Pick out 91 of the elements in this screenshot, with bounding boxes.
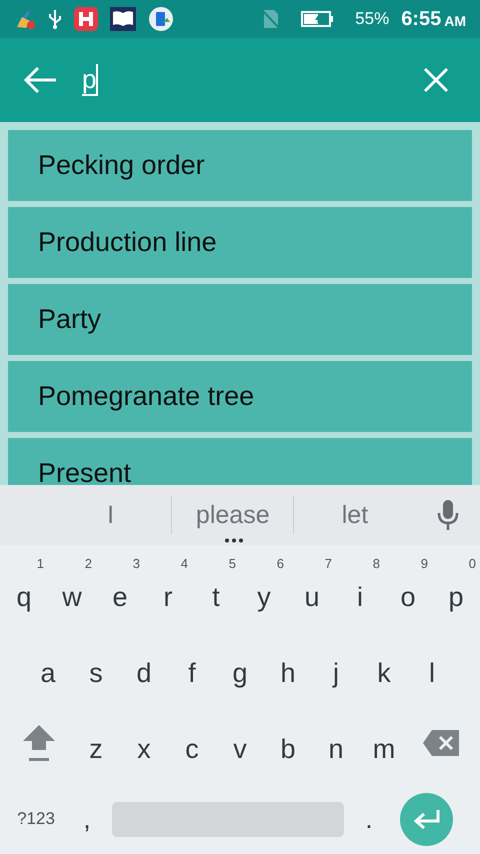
keyboard-key[interactable]: f (168, 632, 216, 702)
keyboard-key[interactable]: b (264, 708, 312, 778)
key-letter: j (333, 658, 339, 688)
app-icon (74, 7, 98, 31)
key-letter: w (62, 582, 82, 612)
enter-icon (412, 808, 442, 830)
key-letter: k (377, 658, 391, 688)
backspace-icon (422, 729, 460, 757)
clock-suffix: AM (444, 12, 466, 28)
keyboard-key[interactable]: 9 o (384, 556, 432, 626)
keyboard-key[interactable]: s (72, 632, 120, 702)
keyboard-key[interactable]: h (264, 632, 312, 702)
keyboard-key[interactable]: v (216, 708, 264, 778)
text-cursor (96, 64, 98, 96)
keyboard-key[interactable]: 7 u (288, 556, 336, 626)
key-hint: 0 (468, 556, 476, 571)
keyboard-key[interactable]: c (168, 708, 216, 778)
keyboard-key[interactable]: z (72, 708, 120, 778)
key-letter: s (89, 658, 103, 688)
keyboard-key[interactable]: x (120, 708, 168, 778)
key-letter: g (232, 658, 248, 688)
key-letter: z (89, 734, 103, 764)
result-item[interactable]: Production line (8, 207, 472, 278)
key-hint: 4 (180, 556, 188, 571)
key-letter: a (40, 658, 56, 688)
result-item[interactable]: Present (8, 438, 472, 485)
key-hint: 6 (276, 556, 284, 571)
key-letter: b (280, 734, 296, 764)
keyboard-key[interactable]: 2 w (48, 556, 96, 626)
key-hint: 5 (228, 556, 236, 571)
key-hint: 8 (372, 556, 380, 571)
arrow-left-icon (22, 65, 58, 95)
key-hint: 9 (420, 556, 428, 571)
key-letter: p (448, 582, 464, 612)
key-letter: e (112, 582, 128, 612)
keyboard-key[interactable]: d (120, 632, 168, 702)
keyboard-key[interactable]: l (408, 632, 456, 702)
period-key[interactable]: . (344, 789, 394, 849)
no-sim-icon (263, 9, 280, 29)
key-letter: t (212, 582, 220, 612)
result-item[interactable]: Pecking order (8, 130, 472, 201)
book-icon (110, 7, 136, 31)
key-letter: u (304, 582, 320, 612)
shift-icon (21, 723, 57, 763)
keyboard-key[interactable]: 5 t (192, 556, 240, 626)
key-letter: h (280, 658, 296, 688)
close-icon (423, 67, 449, 93)
key-letter: i (357, 582, 363, 612)
keyboard-key[interactable]: 3 e (96, 556, 144, 626)
key-letter: r (164, 582, 172, 612)
keyboard-key[interactable]: j (312, 632, 360, 702)
key-hint: 3 (132, 556, 140, 571)
battery-percent: 55% (355, 9, 390, 29)
clock-time: 6:55 (401, 8, 442, 30)
key-letter: c (185, 734, 199, 764)
key-hint: 1 (36, 556, 44, 571)
enter-button[interactable] (400, 792, 453, 846)
key-hint: 2 (84, 556, 92, 571)
key-letter: d (136, 658, 152, 688)
suggestion-chip[interactable]: please (172, 485, 294, 545)
result-item[interactable]: Party (8, 284, 472, 355)
key-hint: 7 (324, 556, 332, 571)
battery-icon (301, 11, 334, 27)
comma-key[interactable]: , (62, 789, 112, 849)
key-letter: v (233, 734, 247, 764)
key-letter: y (257, 582, 271, 612)
keyboard-key[interactable]: a (24, 632, 72, 702)
keyboard-key[interactable]: 8 i (336, 556, 384, 626)
keyboard-key[interactable]: 0 p (432, 556, 480, 626)
keyboard-key[interactable]: g (216, 632, 264, 702)
broom-icon (14, 9, 36, 29)
keyboard-key[interactable]: k (360, 632, 408, 702)
key-letter: f (188, 658, 196, 688)
keyboard-key[interactable]: n (312, 708, 360, 778)
suggestion-chip[interactable]: let (294, 485, 416, 545)
phone-icon (148, 6, 174, 32)
key-letter: o (400, 582, 416, 612)
microphone-icon (436, 499, 459, 531)
result-item[interactable]: Pomegranate tree (8, 361, 472, 432)
keyboard-key[interactable]: 1 q (0, 556, 48, 626)
keyboard-key[interactable]: 4 r (144, 556, 192, 626)
usb-icon (48, 9, 62, 29)
key-letter: m (372, 734, 396, 764)
keyboard-key[interactable]: 6 y (240, 556, 288, 626)
key-letter: x (137, 734, 151, 764)
key-letter: l (429, 658, 435, 688)
symbols-key[interactable]: ?123 (10, 789, 62, 849)
keyboard-key[interactable]: m (360, 708, 408, 778)
key-letter: q (16, 582, 32, 612)
key-letter: n (328, 734, 344, 764)
suggestion-chip[interactable]: I (50, 485, 172, 545)
